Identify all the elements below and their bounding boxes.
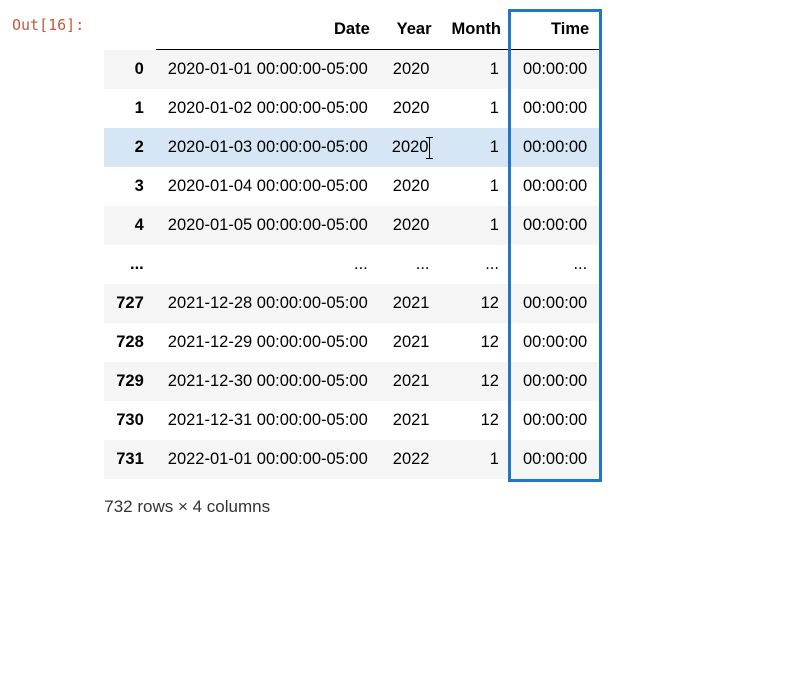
cell-month: 1 <box>442 206 511 245</box>
column-header: Date <box>156 12 380 50</box>
dataframe-shape-footer: 732 rows × 4 columns <box>104 479 599 517</box>
table-row: 32020-01-04 00:00:00-05:002020100:00:00 <box>104 167 599 206</box>
cell-year: 2020 <box>380 128 442 167</box>
cell-year: ... <box>380 245 442 284</box>
cell-month: 12 <box>442 362 511 401</box>
cell-date: 2021-12-30 00:00:00-05:00 <box>156 362 380 401</box>
table-body: 02020-01-01 00:00:00-05:002020100:00:001… <box>104 50 599 480</box>
cell-year: 2020 <box>380 167 442 206</box>
table-row: 7292021-12-30 00:00:00-05:0020211200:00:… <box>104 362 599 401</box>
row-index: 1 <box>104 89 156 128</box>
cell-month: 1 <box>442 128 511 167</box>
cell-month: ... <box>442 245 511 284</box>
cell-output-prompt: Out[16]: <box>12 12 84 34</box>
column-header: Year <box>380 12 442 50</box>
cell-date: ... <box>156 245 380 284</box>
row-index: 3 <box>104 167 156 206</box>
cell-month: 12 <box>442 401 511 440</box>
cell-time: 00:00:00 <box>511 440 599 479</box>
table-row: 7272021-12-28 00:00:00-05:0020211200:00:… <box>104 284 599 323</box>
cell-time: 00:00:00 <box>511 206 599 245</box>
cell-month: 1 <box>442 167 511 206</box>
cell-month: 1 <box>442 440 511 479</box>
table-row: ............... <box>104 245 599 284</box>
row-index: 728 <box>104 323 156 362</box>
table-row: 42020-01-05 00:00:00-05:002020100:00:00 <box>104 206 599 245</box>
row-index: ... <box>104 245 156 284</box>
column-header: Month <box>442 12 511 50</box>
table-header-row: DateYearMonthTime <box>104 12 599 50</box>
cell-date: 2022-01-01 00:00:00-05:00 <box>156 440 380 479</box>
cell-date: 2020-01-04 00:00:00-05:00 <box>156 167 380 206</box>
cell-month: 12 <box>442 323 511 362</box>
cell-year: 2020 <box>380 89 442 128</box>
cell-date: 2020-01-02 00:00:00-05:00 <box>156 89 380 128</box>
row-index: 0 <box>104 50 156 90</box>
cell-date: 2020-01-05 00:00:00-05:00 <box>156 206 380 245</box>
cell-month: 12 <box>442 284 511 323</box>
cell-year: 2022 <box>380 440 442 479</box>
cell-output-area: DateYearMonthTime 02020-01-01 00:00:00-0… <box>104 12 599 517</box>
cell-year: 2021 <box>380 284 442 323</box>
cell-time: 00:00:00 <box>511 89 599 128</box>
cell-time: 00:00:00 <box>511 284 599 323</box>
row-index: 729 <box>104 362 156 401</box>
cell-date: 2020-01-01 00:00:00-05:00 <box>156 50 380 90</box>
table-row: 7302021-12-31 00:00:00-05:0020211200:00:… <box>104 401 599 440</box>
cell-time: 00:00:00 <box>511 362 599 401</box>
cell-time: 00:00:00 <box>511 128 599 167</box>
cell-time: 00:00:00 <box>511 167 599 206</box>
cell-date: 2021-12-28 00:00:00-05:00 <box>156 284 380 323</box>
cell-date: 2020-01-03 00:00:00-05:00 <box>156 128 380 167</box>
row-index: 4 <box>104 206 156 245</box>
cell-time: 00:00:00 <box>511 323 599 362</box>
cell-year: 2021 <box>380 323 442 362</box>
column-header: Time <box>511 12 599 50</box>
cell-year: 2020 <box>380 50 442 90</box>
table-row: 02020-01-01 00:00:00-05:002020100:00:00 <box>104 50 599 90</box>
row-index: 730 <box>104 401 156 440</box>
row-index: 2 <box>104 128 156 167</box>
table-row: 12020-01-02 00:00:00-05:002020100:00:00 <box>104 89 599 128</box>
dataframe-table: DateYearMonthTime 02020-01-01 00:00:00-0… <box>104 12 599 479</box>
table-row: 7312022-01-01 00:00:00-05:002022100:00:0… <box>104 440 599 479</box>
table-row: 7282021-12-29 00:00:00-05:0020211200:00:… <box>104 323 599 362</box>
cell-year: 2021 <box>380 362 442 401</box>
cell-month: 1 <box>442 89 511 128</box>
row-index: 731 <box>104 440 156 479</box>
row-index: 727 <box>104 284 156 323</box>
cell-year: 2021 <box>380 401 442 440</box>
cell-time: 00:00:00 <box>511 401 599 440</box>
table-row: 22020-01-03 00:00:00-05:002020100:00:00 <box>104 128 599 167</box>
cell-time: 00:00:00 <box>511 50 599 90</box>
cell-year: 2020 <box>380 206 442 245</box>
cell-time: ... <box>511 245 599 284</box>
cell-date: 2021-12-29 00:00:00-05:00 <box>156 323 380 362</box>
index-header <box>104 12 156 50</box>
cell-month: 1 <box>442 50 511 90</box>
cell-date: 2021-12-31 00:00:00-05:00 <box>156 401 380 440</box>
text-cursor-icon <box>429 139 430 157</box>
